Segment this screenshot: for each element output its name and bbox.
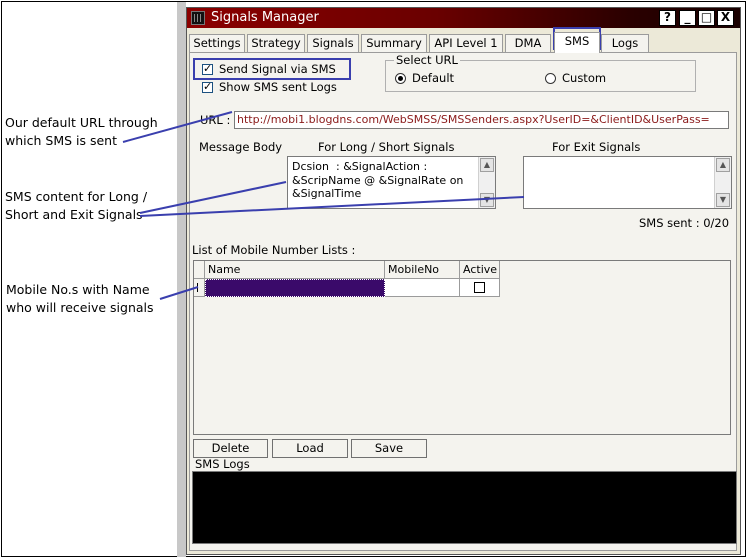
tab-signals[interactable]: Signals	[307, 34, 359, 52]
delete-button[interactable]: Delete	[193, 439, 268, 458]
scroll-up-icon[interactable]: ▲	[480, 158, 494, 172]
send-signal-highlight	[193, 58, 351, 80]
scroll-down-icon[interactable]: ▼	[480, 193, 494, 207]
column-header-name[interactable]: Name	[205, 261, 385, 279]
window-title: Signals Manager	[211, 10, 319, 25]
active-checkbox[interactable]	[474, 282, 485, 293]
tab-api-level-1[interactable]: API Level 1	[429, 34, 503, 52]
tab-sms[interactable]: SMS	[554, 32, 600, 53]
exit-message-textarea[interactable]: ▲ ▼	[523, 156, 732, 209]
signals-manager-window: Signals Manager ? _ □ X Settings Strateg…	[186, 7, 741, 555]
show-logs-checkbox[interactable]	[202, 80, 213, 93]
tab-logs[interactable]: Logs	[601, 34, 649, 52]
tab-summary[interactable]: Summary	[361, 34, 427, 52]
column-header-mobile[interactable]: MobileNo	[385, 261, 460, 279]
annotation-url-line2: which SMS is sent	[5, 133, 117, 148]
column-header-active[interactable]: Active	[460, 261, 500, 279]
annotation-content-line2: Short and Exit Signals	[5, 207, 143, 222]
annotation-mobile-line1: Mobile No.s with Name	[6, 282, 150, 297]
table-row-name-cell[interactable]	[205, 279, 385, 297]
annotation-url-line1: Our default URL through	[5, 115, 158, 130]
load-button[interactable]: Load	[272, 439, 348, 458]
row-header[interactable]	[194, 279, 205, 297]
select-url-legend: Select URL	[394, 53, 460, 67]
annotation-content-line1: SMS content for Long /	[5, 189, 148, 204]
url-input[interactable]: http://mobi1.blogdns.com/WebSMSS/SMSSend…	[234, 111, 729, 129]
sms-sent-counter: SMS sent : 0/20	[639, 216, 730, 230]
close-button[interactable]: X	[717, 10, 734, 26]
mobile-number-grid[interactable]: Name MobileNo Active	[193, 260, 731, 435]
long-short-message-text: Dcsion : &SignalAction : &ScripName @ &S…	[292, 160, 464, 200]
url-label: URL :	[200, 113, 231, 127]
title-bar[interactable]: Signals Manager ? _ □ X	[187, 8, 740, 28]
annotation-mobile: Mobile No.s with Name who will receive s…	[6, 281, 154, 317]
scroll-down-icon[interactable]: ▼	[716, 193, 730, 207]
row-cursor-icon	[197, 283, 198, 292]
tab-dma[interactable]: DMA	[505, 34, 551, 52]
custom-url-radio[interactable]	[545, 73, 556, 84]
sms-logs-output[interactable]	[192, 471, 737, 544]
annotation-mobile-line2: who will receive signals	[6, 300, 154, 315]
row-header-corner	[194, 261, 205, 279]
minimize-button[interactable]: _	[679, 10, 696, 26]
custom-url-label[interactable]: Custom	[562, 71, 606, 85]
long-short-message-textarea[interactable]: Dcsion : &SignalAction : &ScripName @ &S…	[287, 156, 496, 209]
app-icon	[191, 11, 205, 25]
table-row-mobile-cell[interactable]	[385, 279, 460, 297]
tab-settings[interactable]: Settings	[189, 34, 245, 52]
select-url-group: Select URL Default Custom	[385, 53, 696, 92]
sms-panel: Send Signal via SMS Show SMS sent Logs S…	[189, 52, 737, 551]
window-gutter	[177, 2, 186, 557]
default-url-radio[interactable]	[395, 73, 406, 84]
message-body-label: Message Body	[199, 140, 283, 154]
sms-logs-label: SMS Logs	[195, 457, 250, 471]
save-button[interactable]: Save	[351, 439, 427, 458]
exit-signals-label: For Exit Signals	[552, 140, 641, 154]
table-row-active-cell[interactable]	[460, 279, 500, 297]
scroll-up-icon[interactable]: ▲	[716, 158, 730, 172]
tab-strategy[interactable]: Strategy	[247, 34, 305, 52]
long-short-label: For Long / Short Signals	[318, 140, 455, 154]
show-logs-label[interactable]: Show SMS sent Logs	[219, 80, 337, 94]
help-button[interactable]: ?	[659, 10, 676, 26]
maximize-button[interactable]: □	[698, 10, 715, 26]
default-url-label[interactable]: Default	[412, 71, 454, 85]
mobile-list-label: List of Mobile Number Lists :	[192, 243, 356, 257]
annotation-url: Our default URL through which SMS is sen…	[5, 114, 158, 150]
exit-scrollbar[interactable]: ▲ ▼	[714, 157, 731, 208]
long-short-scrollbar[interactable]: ▲ ▼	[478, 157, 495, 208]
tab-strip: Settings Strategy Signals Summary API Le…	[189, 32, 740, 53]
annotation-sms-content: SMS content for Long / Short and Exit Si…	[5, 188, 147, 224]
